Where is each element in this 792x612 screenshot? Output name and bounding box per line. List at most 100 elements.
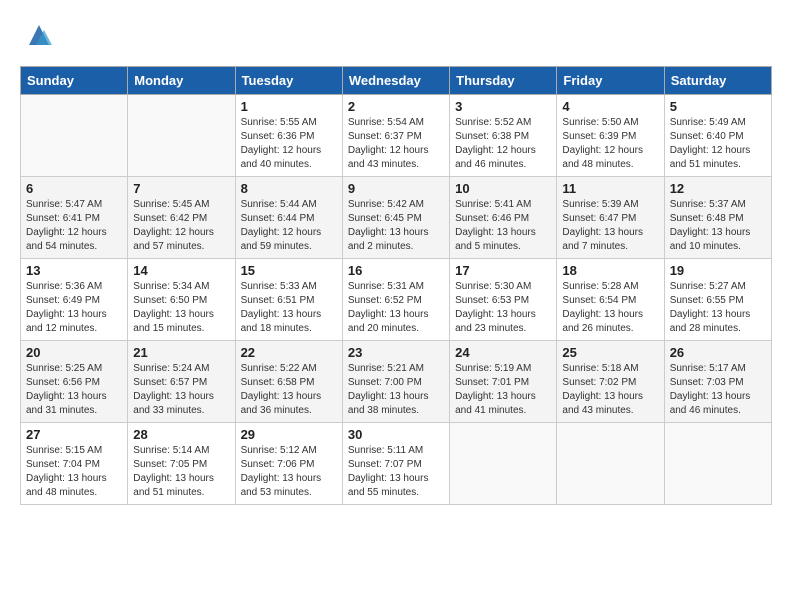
calendar-cell: 12 Sunrise: 5:37 AM Sunset: 6:48 PM Dayl… <box>664 177 771 259</box>
calendar-cell <box>21 95 128 177</box>
calendar-cell: 18 Sunrise: 5:28 AM Sunset: 6:54 PM Dayl… <box>557 259 664 341</box>
sunset-text: Sunset: 7:05 PM <box>133 459 207 470</box>
sunrise-text: Sunrise: 5:11 AM <box>348 445 423 456</box>
day-info: Sunrise: 5:17 AM Sunset: 7:03 PM Dayligh… <box>670 362 766 418</box>
calendar-cell: 21 Sunrise: 5:24 AM Sunset: 6:57 PM Dayl… <box>128 341 235 423</box>
day-header-thursday: Thursday <box>450 67 557 95</box>
calendar-cell <box>664 423 771 505</box>
sunrise-text: Sunrise: 5:44 AM <box>241 199 317 210</box>
sunset-text: Sunset: 6:47 PM <box>562 213 636 224</box>
daylight-text: Daylight: 13 hours and 23 minutes. <box>455 309 536 334</box>
day-info: Sunrise: 5:47 AM Sunset: 6:41 PM Dayligh… <box>26 198 122 254</box>
calendar-cell: 24 Sunrise: 5:19 AM Sunset: 7:01 PM Dayl… <box>450 341 557 423</box>
sunset-text: Sunset: 6:36 PM <box>241 131 315 142</box>
calendar-cell: 17 Sunrise: 5:30 AM Sunset: 6:53 PM Dayl… <box>450 259 557 341</box>
sunset-text: Sunset: 6:51 PM <box>241 295 315 306</box>
day-number: 9 <box>348 181 444 196</box>
daylight-text: Daylight: 12 hours and 46 minutes. <box>455 145 536 170</box>
sunrise-text: Sunrise: 5:42 AM <box>348 199 424 210</box>
sunset-text: Sunset: 6:58 PM <box>241 377 315 388</box>
day-number: 18 <box>562 263 658 278</box>
day-info: Sunrise: 5:12 AM Sunset: 7:06 PM Dayligh… <box>241 444 337 500</box>
sunrise-text: Sunrise: 5:17 AM <box>670 363 746 374</box>
sunset-text: Sunset: 6:49 PM <box>26 295 100 306</box>
day-number: 10 <box>455 181 551 196</box>
day-header-monday: Monday <box>128 67 235 95</box>
sunrise-text: Sunrise: 5:18 AM <box>562 363 638 374</box>
day-info: Sunrise: 5:39 AM Sunset: 6:47 PM Dayligh… <box>562 198 658 254</box>
daylight-text: Daylight: 13 hours and 15 minutes. <box>133 309 214 334</box>
sunset-text: Sunset: 6:52 PM <box>348 295 422 306</box>
sunrise-text: Sunrise: 5:30 AM <box>455 281 531 292</box>
daylight-text: Daylight: 13 hours and 2 minutes. <box>348 227 429 252</box>
calendar-cell: 14 Sunrise: 5:34 AM Sunset: 6:50 PM Dayl… <box>128 259 235 341</box>
sunrise-text: Sunrise: 5:24 AM <box>133 363 209 374</box>
sunset-text: Sunset: 7:04 PM <box>26 459 100 470</box>
sunset-text: Sunset: 6:42 PM <box>133 213 207 224</box>
daylight-text: Daylight: 12 hours and 54 minutes. <box>26 227 107 252</box>
daylight-text: Daylight: 12 hours and 51 minutes. <box>670 145 751 170</box>
day-info: Sunrise: 5:52 AM Sunset: 6:38 PM Dayligh… <box>455 116 551 172</box>
sunset-text: Sunset: 7:06 PM <box>241 459 315 470</box>
daylight-text: Daylight: 13 hours and 33 minutes. <box>133 391 214 416</box>
sunset-text: Sunset: 6:38 PM <box>455 131 529 142</box>
day-number: 11 <box>562 181 658 196</box>
daylight-text: Daylight: 12 hours and 48 minutes. <box>562 145 643 170</box>
sunrise-text: Sunrise: 5:47 AM <box>26 199 102 210</box>
calendar-cell: 15 Sunrise: 5:33 AM Sunset: 6:51 PM Dayl… <box>235 259 342 341</box>
calendar-cell: 2 Sunrise: 5:54 AM Sunset: 6:37 PM Dayli… <box>342 95 449 177</box>
calendar-week-3: 13 Sunrise: 5:36 AM Sunset: 6:49 PM Dayl… <box>21 259 772 341</box>
daylight-text: Daylight: 13 hours and 7 minutes. <box>562 227 643 252</box>
sunset-text: Sunset: 6:48 PM <box>670 213 744 224</box>
day-number: 15 <box>241 263 337 278</box>
sunset-text: Sunset: 6:40 PM <box>670 131 744 142</box>
daylight-text: Daylight: 12 hours and 59 minutes. <box>241 227 322 252</box>
day-info: Sunrise: 5:18 AM Sunset: 7:02 PM Dayligh… <box>562 362 658 418</box>
day-number: 27 <box>26 427 122 442</box>
calendar-cell: 7 Sunrise: 5:45 AM Sunset: 6:42 PM Dayli… <box>128 177 235 259</box>
calendar-cell <box>450 423 557 505</box>
day-header-friday: Friday <box>557 67 664 95</box>
daylight-text: Daylight: 13 hours and 18 minutes. <box>241 309 322 334</box>
day-number: 23 <box>348 345 444 360</box>
sunset-text: Sunset: 6:46 PM <box>455 213 529 224</box>
sunrise-text: Sunrise: 5:37 AM <box>670 199 746 210</box>
sunrise-text: Sunrise: 5:52 AM <box>455 117 531 128</box>
sunset-text: Sunset: 6:37 PM <box>348 131 422 142</box>
calendar-week-2: 6 Sunrise: 5:47 AM Sunset: 6:41 PM Dayli… <box>21 177 772 259</box>
day-number: 26 <box>670 345 766 360</box>
daylight-text: Daylight: 13 hours and 36 minutes. <box>241 391 322 416</box>
calendar-cell: 1 Sunrise: 5:55 AM Sunset: 6:36 PM Dayli… <box>235 95 342 177</box>
calendar-cell <box>128 95 235 177</box>
day-info: Sunrise: 5:54 AM Sunset: 6:37 PM Dayligh… <box>348 116 444 172</box>
day-number: 17 <box>455 263 551 278</box>
calendar-cell: 10 Sunrise: 5:41 AM Sunset: 6:46 PM Dayl… <box>450 177 557 259</box>
sunrise-text: Sunrise: 5:45 AM <box>133 199 209 210</box>
day-info: Sunrise: 5:41 AM Sunset: 6:46 PM Dayligh… <box>455 198 551 254</box>
daylight-text: Daylight: 13 hours and 41 minutes. <box>455 391 536 416</box>
sunrise-text: Sunrise: 5:50 AM <box>562 117 638 128</box>
day-info: Sunrise: 5:15 AM Sunset: 7:04 PM Dayligh… <box>26 444 122 500</box>
calendar-cell: 27 Sunrise: 5:15 AM Sunset: 7:04 PM Dayl… <box>21 423 128 505</box>
day-info: Sunrise: 5:19 AM Sunset: 7:01 PM Dayligh… <box>455 362 551 418</box>
sunset-text: Sunset: 6:54 PM <box>562 295 636 306</box>
day-header-saturday: Saturday <box>664 67 771 95</box>
calendar-cell: 3 Sunrise: 5:52 AM Sunset: 6:38 PM Dayli… <box>450 95 557 177</box>
day-info: Sunrise: 5:14 AM Sunset: 7:05 PM Dayligh… <box>133 444 229 500</box>
sunrise-text: Sunrise: 5:41 AM <box>455 199 531 210</box>
sunrise-text: Sunrise: 5:28 AM <box>562 281 638 292</box>
daylight-text: Daylight: 13 hours and 43 minutes. <box>562 391 643 416</box>
sunset-text: Sunset: 7:00 PM <box>348 377 422 388</box>
day-header-wednesday: Wednesday <box>342 67 449 95</box>
daylight-text: Daylight: 13 hours and 5 minutes. <box>455 227 536 252</box>
sunrise-text: Sunrise: 5:25 AM <box>26 363 102 374</box>
calendar-cell: 9 Sunrise: 5:42 AM Sunset: 6:45 PM Dayli… <box>342 177 449 259</box>
calendar-cell: 20 Sunrise: 5:25 AM Sunset: 6:56 PM Dayl… <box>21 341 128 423</box>
sunset-text: Sunset: 6:41 PM <box>26 213 100 224</box>
day-number: 2 <box>348 99 444 114</box>
sunset-text: Sunset: 6:50 PM <box>133 295 207 306</box>
calendar-cell: 13 Sunrise: 5:36 AM Sunset: 6:49 PM Dayl… <box>21 259 128 341</box>
day-number: 22 <box>241 345 337 360</box>
logo-icon <box>24 20 54 50</box>
sunrise-text: Sunrise: 5:12 AM <box>241 445 317 456</box>
